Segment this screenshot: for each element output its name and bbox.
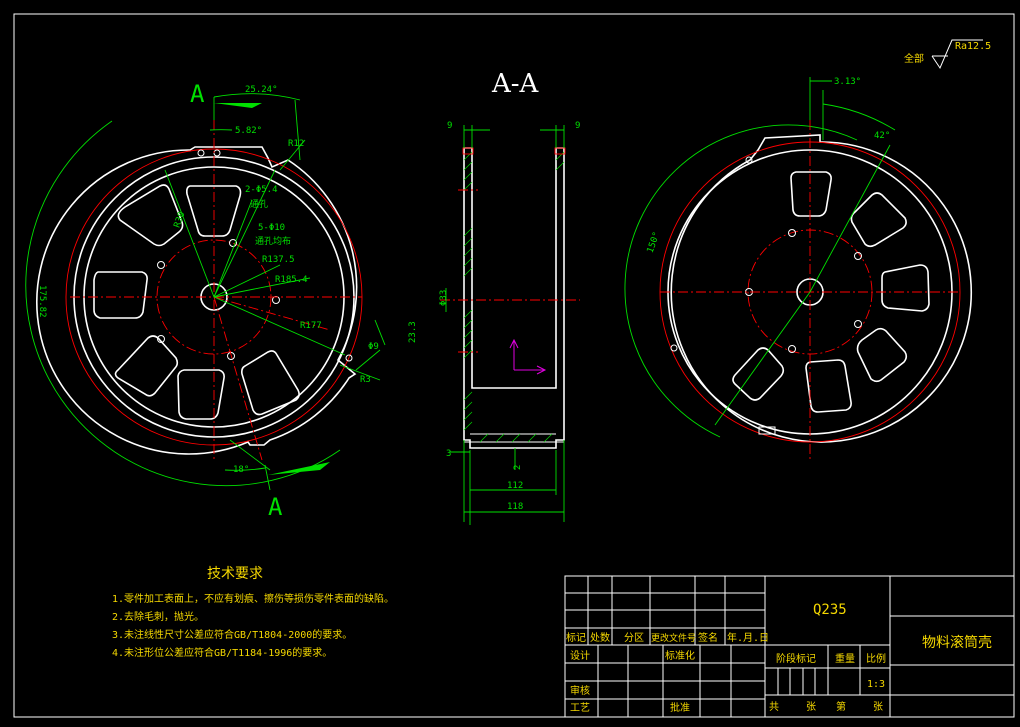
- dim-r-top: R12: [288, 139, 304, 149]
- tb-date: 年.月.日: [727, 631, 769, 644]
- tb-zhang2: 张: [873, 701, 883, 713]
- surface-finish-symbol: 全部 Ra12.5: [904, 39, 991, 70]
- tb-di: 第: [836, 700, 846, 713]
- dim-len-side: 23.3: [408, 321, 418, 343]
- dim-w2: 118: [507, 502, 523, 512]
- dim-bore: Φ33: [439, 290, 449, 306]
- dim-holes-main: 5-Φ10: [258, 223, 285, 233]
- ucs-icon: [509, 338, 547, 375]
- dim-right-ang-big: 150°: [646, 231, 663, 255]
- tb-pizhun: 批准: [670, 701, 690, 714]
- surface-finish-label: 全部: [904, 52, 924, 65]
- title-block-material: Q235: [813, 602, 847, 618]
- dim-holes-small: 2-Φ5.4: [245, 185, 278, 195]
- tech-req-item: 3.未注线性尺寸公差应符合GB/T1804-2000的要求。: [112, 628, 352, 641]
- technical-requirements: 技术要求 1.零件加工表面上，不应有划痕、擦伤等损伤零件表面的缺陷。 2.去除毛…: [112, 566, 394, 659]
- dim-phi-small: Φ9: [368, 342, 379, 352]
- dim-w1: 112: [507, 481, 523, 491]
- dim-r2: R185.4: [275, 275, 308, 285]
- tb-fenqu: 分区: [624, 632, 644, 644]
- section-mark-bottom: A: [268, 493, 283, 521]
- tb-shenhe: 审核: [570, 684, 590, 697]
- section-title: A-A: [491, 69, 540, 99]
- tech-req-title: 技术要求: [207, 566, 263, 582]
- dim-r-inner: R30: [173, 211, 188, 230]
- tb-jieduan: 阶段标记: [776, 652, 816, 665]
- tech-req-item: 1.零件加工表面上，不应有划痕、擦伤等损伤零件表面的缺陷。: [112, 592, 394, 605]
- tb-chushu: 处数: [590, 631, 610, 644]
- tb-biaoji: 标记: [566, 632, 586, 644]
- dim-gap: 2: [513, 465, 523, 470]
- tb-bili: 比例: [866, 652, 886, 665]
- tb-scale: 1:3: [867, 679, 885, 690]
- dim-top-left: 9: [447, 121, 452, 131]
- tb-zhang1: 张: [806, 701, 816, 713]
- tb-gong: 共: [769, 701, 779, 713]
- dim-top-right: 9: [575, 121, 580, 131]
- dim-r3: R177: [300, 321, 322, 331]
- tb-sheji: 设计: [570, 649, 590, 662]
- dim-ang-top: 25.24°: [245, 85, 278, 95]
- tech-req-item: 4.未注形位公差应符合GB/T1184-1996的要求。: [112, 646, 332, 659]
- tb-gengai: 更改文件号: [651, 632, 696, 644]
- right-view: 3.13° 42° 150°: [624, 77, 972, 460]
- dim-r-side: R3: [360, 375, 371, 385]
- dim-bottom-thk: 3: [446, 449, 451, 459]
- surface-finish-value: Ra12.5: [955, 41, 991, 52]
- tb-biaozhunhua: 标准化: [665, 649, 695, 662]
- dim-ang-bottom: 18°: [233, 465, 249, 475]
- tb-zhongliang: 重量: [835, 652, 855, 665]
- dim-holes-main-note: 通孔均布: [255, 235, 291, 247]
- drawing-sheet: 全部 Ra12.5 A A 25.24° 5.82° R12 2-Φ5.4 通孔…: [13, 13, 1015, 718]
- title-block: Q235 物料滚筒壳 标记 处数 分区 更改文件号 签名 年.月.日 设计 标准…: [564, 575, 1015, 718]
- dim-r1: R137.5: [262, 255, 295, 265]
- section-mark-top: A: [190, 80, 205, 108]
- title-block-part-name: 物料滚筒壳: [922, 634, 992, 651]
- dim-ang-small: 5.82°: [235, 126, 262, 136]
- dim-dia-left: 175.82: [37, 285, 47, 318]
- tb-gongyi: 工艺: [570, 702, 590, 714]
- tech-req-item: 2.去除毛刺，抛光。: [112, 610, 204, 623]
- left-view: A A 25.24° 5.82° R12 2-Φ5.4 通孔 5-Φ10 通孔均…: [25, 80, 418, 521]
- section-view: A-A 9 9 Φ33 3 2 112 118: [439, 69, 580, 525]
- dim-holes-small-note: 通孔: [250, 199, 268, 210]
- tb-qianming: 签名: [698, 631, 718, 644]
- dim-right-ang-top: 3.13°: [834, 77, 861, 87]
- dim-right-ang-mid: 42°: [874, 131, 890, 141]
